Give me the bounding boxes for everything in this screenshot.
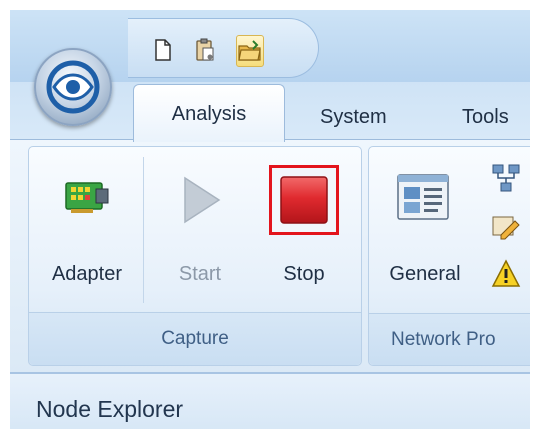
stop-highlight-frame xyxy=(269,165,339,235)
node-explorer-pane: Node Explorer xyxy=(10,372,530,429)
app-window: Analysis System Tools Adapter Start Stop… xyxy=(10,10,530,429)
adapter-button[interactable]: Adapter xyxy=(39,165,135,295)
start-label: Start xyxy=(178,263,222,285)
stop-button[interactable]: Stop xyxy=(259,165,349,295)
new-icon[interactable] xyxy=(150,35,176,65)
stop-label: Stop xyxy=(283,263,325,285)
network-icon[interactable] xyxy=(491,163,521,193)
start-button[interactable]: Start xyxy=(155,165,245,295)
general-label: General xyxy=(389,263,461,285)
capture-group: Adapter Start Stop Capture xyxy=(28,146,362,366)
tab-analysis[interactable]: Analysis xyxy=(133,84,285,142)
adapter-label: Adapter xyxy=(51,263,123,285)
network-profile-group: General Network Pro xyxy=(368,146,530,366)
open-folder-icon[interactable] xyxy=(236,35,264,67)
ribbon-panel: Adapter Start Stop Capture General Netwo… xyxy=(10,139,530,372)
general-icon xyxy=(397,174,449,220)
application-menu-button[interactable] xyxy=(34,48,112,126)
tab-tools[interactable]: Tools xyxy=(462,106,509,129)
stop-icon xyxy=(280,176,328,224)
node-explorer-title: Node Explorer xyxy=(36,396,184,422)
clipboard-icon[interactable] xyxy=(192,35,218,65)
adapter-icon xyxy=(65,182,109,213)
capture-separator xyxy=(143,157,144,303)
tab-system[interactable]: System xyxy=(320,106,387,129)
quick-access-toolbar xyxy=(128,18,319,78)
warning-icon[interactable] xyxy=(491,259,521,289)
general-button[interactable]: General xyxy=(375,165,475,295)
network-group-label: Network Pro xyxy=(369,313,530,365)
eye-logo-icon xyxy=(46,60,100,114)
capture-group-label: Capture xyxy=(29,312,361,365)
play-icon xyxy=(184,176,221,224)
edit-icon[interactable] xyxy=(491,211,521,241)
